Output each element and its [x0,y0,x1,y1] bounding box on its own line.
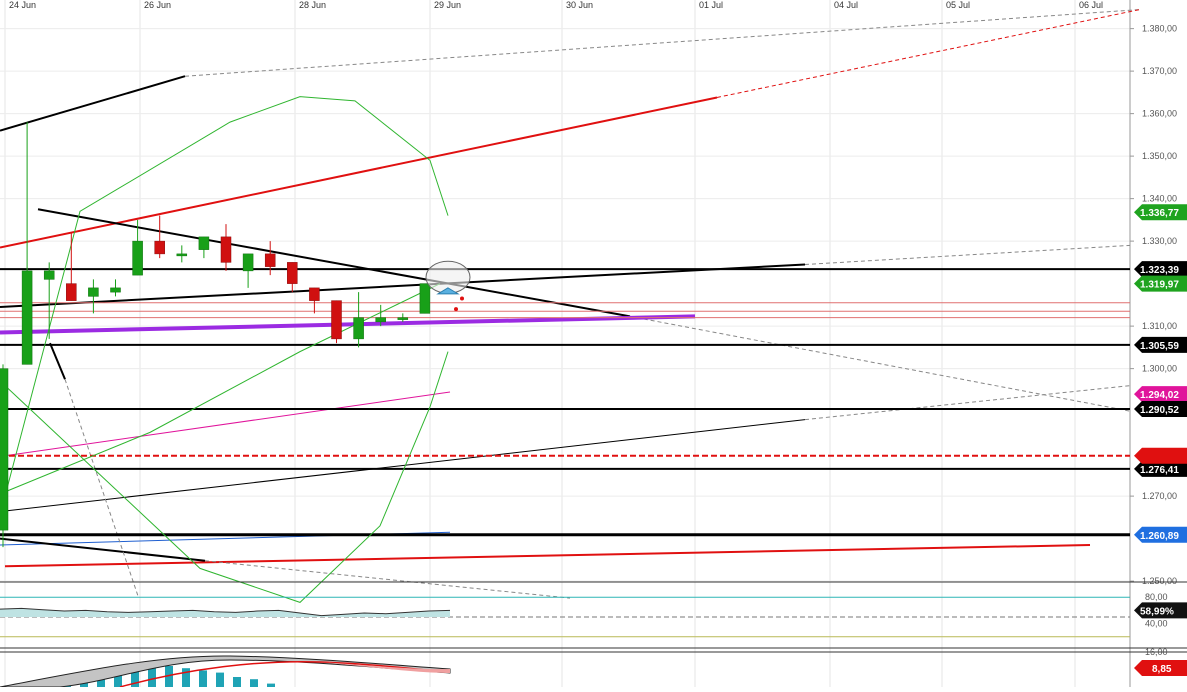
price-label-text: 1.260,89 [1140,531,1179,542]
y-axis-tick-label: 1.370,00 [1142,66,1177,76]
chart-svg[interactable]: 24 Jun 26 Jun 28 Jun 29 Jun 30 Jun 01 Jul 04 J… [0,0,1187,692]
rsi-area [0,608,450,617]
y-axis-tick-label: 1.330,00 [1142,236,1177,246]
rsi-tick-label: 80,00 [1145,592,1168,602]
price-label-tag [1134,447,1187,464]
price-label-text: 1.276,41 [1140,465,1179,476]
bollinger-middle-band [4,283,441,493]
y-axis-tick-label: 1.270,00 [1142,491,1177,501]
candle-body [287,262,298,284]
trendline [49,342,66,380]
candle-body [176,253,188,257]
macd-histogram-bar [199,670,207,692]
rsi-tick-label: 40,00 [1145,619,1168,629]
candle-body [397,317,409,320]
macd-value-text: 8,85 [1152,664,1172,675]
candle-body [43,270,55,280]
macd-tick-label: 16,00 [1145,647,1168,657]
macd-histogram-bar [267,683,275,692]
candle-body [132,240,143,276]
macd-area [0,655,451,688]
y-axis-tick-label: 1.300,00 [1142,364,1177,374]
candle-body [309,287,320,301]
trendline [184,9,1141,77]
y-axis-tick-label: 1.310,00 [1142,321,1177,331]
x-axis-date-label: 05 Jul [946,0,970,10]
trendline [204,560,571,599]
price-label-text: 1.323,39 [1140,265,1179,276]
y-axis-tick-label: 1.360,00 [1142,109,1177,119]
candle-body [21,270,33,365]
candle-body [331,300,342,340]
x-axis-date-label: 30 Jun [566,0,593,10]
macd-histogram-bar [233,677,241,692]
trading-chart[interactable]: 24 Jun 26 Jun 28 Jun 29 Jun 30 Jun 01 Jul 04 J… [0,0,1187,692]
price-label-text: 1.305,59 [1140,341,1179,352]
candle-body [198,236,210,250]
y-axis-tick-label: 1.380,00 [1142,24,1177,34]
price-label-text: 1.336,77 [1140,208,1179,219]
candle-body [242,253,254,272]
x-axis-date-label: 26 Jun [144,0,171,10]
candle-body [110,287,121,293]
trendline [804,244,1131,265]
price-label-text: 1.294,02 [1140,390,1179,401]
trendline [804,385,1131,421]
x-axis-date-label: 28 Jun [299,0,326,10]
trendline [4,544,1091,568]
candle-body [66,283,77,301]
x-axis-date-label: 24 Jun [9,0,36,10]
marker-dot [460,296,464,301]
x-axis-date-label: 04 Jul [834,0,858,10]
price-label-text: 1.290,52 [1140,405,1179,416]
candles [0,122,431,548]
trendline [0,314,696,335]
trendline [0,75,186,132]
trendline [0,263,806,308]
trendline [0,96,718,249]
candle-body [154,240,165,255]
candle-body [220,236,232,263]
y-axis-tick-label: 1.340,00 [1142,194,1177,204]
candle-body [264,253,276,267]
trendline [716,9,1141,98]
y-axis-tick-label: 1.350,00 [1142,151,1177,161]
trendline [629,315,1131,412]
x-axis-date-label: 29 Jun [434,0,461,10]
candle-body [419,283,431,314]
y-axis-tick-label: 1.250,00 [1142,576,1177,586]
trendlines [0,9,1141,599]
candle-body [353,317,364,340]
candle-body [88,287,99,297]
marker-dot [454,307,458,312]
macd-histogram-bar [250,679,258,692]
x-axis-date-label: 01 Jul [699,0,723,10]
price-label-text: 1.319,97 [1140,280,1179,291]
rsi-value-text: 58,99% [1140,606,1174,617]
grid-lines [0,0,1130,687]
macd-histogram-bar [216,672,224,692]
candle-body [375,317,386,323]
trendline [4,391,451,457]
candle-body [0,368,9,531]
x-axis-date-label: 06 Jul [1079,0,1103,10]
